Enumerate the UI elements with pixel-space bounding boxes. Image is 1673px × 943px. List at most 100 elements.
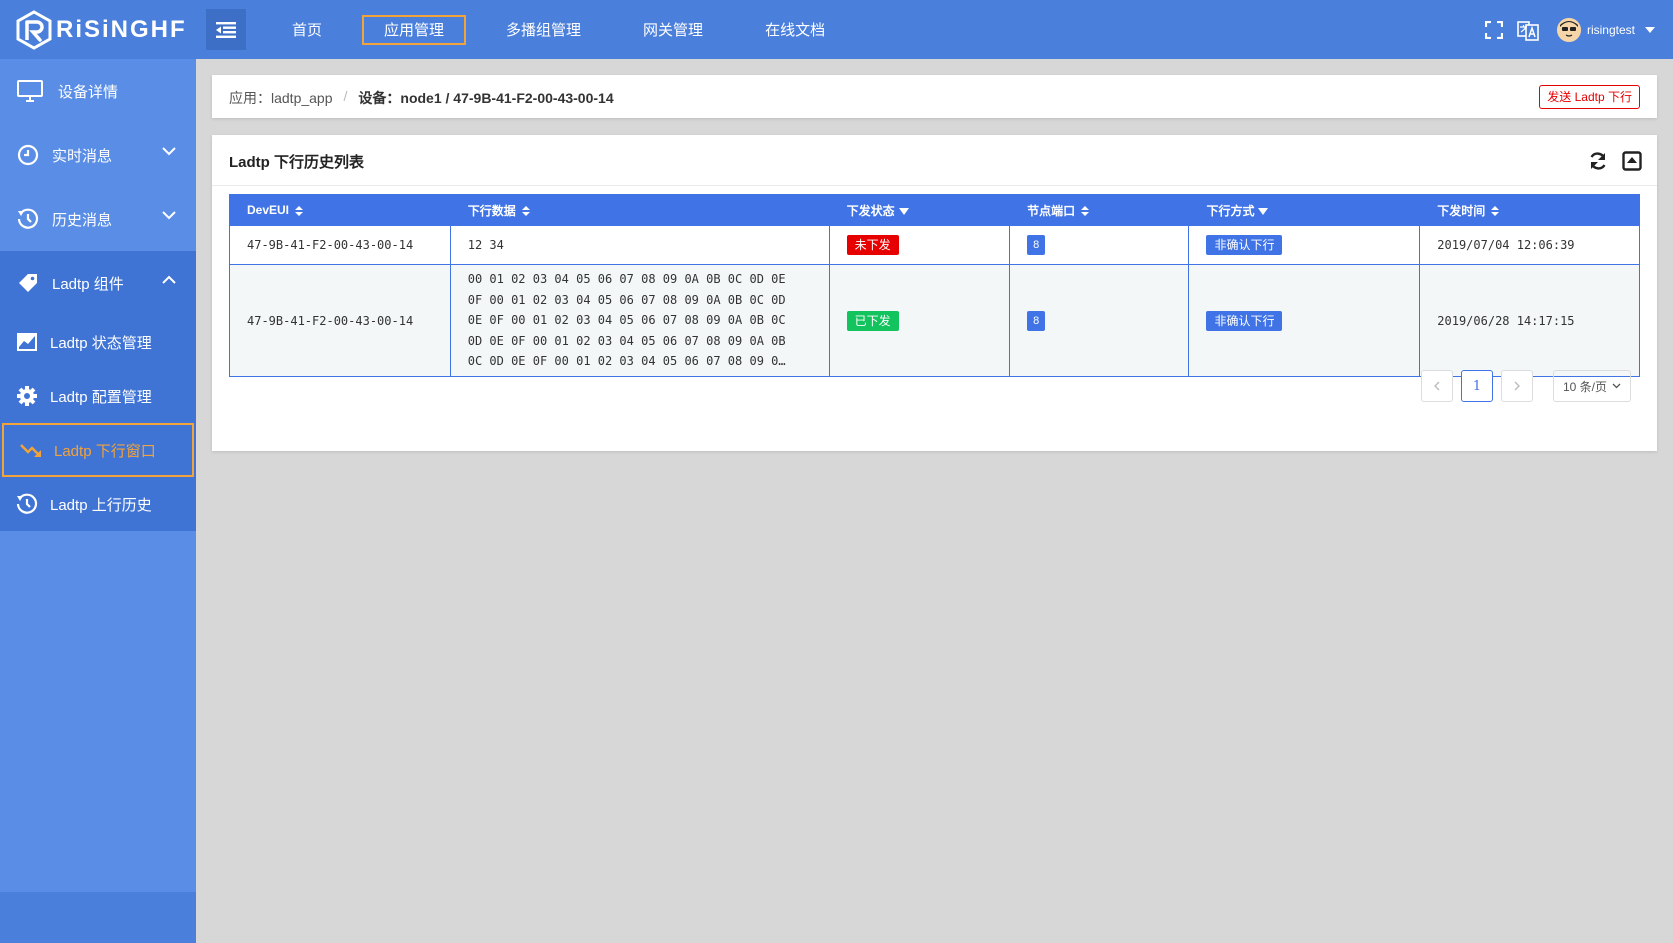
send-ladtp-downlink-button[interactable]: 发送 Ladtp 下行 <box>1539 85 1640 109</box>
downlink-history-table: DevEUI 下行数据 下发状态 节点端口 下行方式 下发时间 47-9B-41… <box>229 194 1640 377</box>
breadcrumb-separator: / <box>343 88 348 104</box>
mode-badge: 非确认下行 <box>1206 310 1283 331</box>
data-line: 0C 0D 0E 0F 00 01 02 03 04 05 06 07 08 0… <box>467 354 786 369</box>
page-size-select[interactable]: 10 条/页 <box>1553 370 1631 402</box>
sidebar-item-history[interactable]: 历史消息 <box>0 187 196 251</box>
page-number-button[interactable]: 1 <box>1461 370 1493 402</box>
downlink-history-card: Ladtp 下行历史列表 DevEUI 下行数据 下发状态 节点端口 下行方式 … <box>212 135 1657 451</box>
list-title: Ladtp 下行历史列表 <box>229 154 364 171</box>
sidebar-item-label: Ladtp 下行窗口 <box>54 442 156 460</box>
column-header-status[interactable]: 下发状态 <box>828 194 1011 226</box>
history-icon <box>16 493 38 515</box>
sidebar-item-device-detail[interactable]: 设备详情 <box>0 59 196 123</box>
trend-down-icon <box>20 439 42 461</box>
column-header-mode[interactable]: 下行方式 <box>1188 194 1421 226</box>
cell-data: 00 01 02 03 04 05 06 07 08 09 0A 0B 0C 0… <box>449 264 830 377</box>
sort-icon[interactable] <box>1491 206 1500 217</box>
main-nav: 首页 应用管理 多播组管理 网关管理 在线文档 <box>270 0 865 59</box>
next-page-button[interactable] <box>1501 370 1533 402</box>
cell-time: 2019/07/04 12:06:39 <box>1419 225 1640 265</box>
fullscreen-icon[interactable] <box>1483 19 1505 41</box>
list-toolbar <box>1575 150 1643 172</box>
sidebar-item-ladtp-downlink-window[interactable]: Ladtp 下行窗口 <box>2 423 194 477</box>
breadcrumb: 应用：ladtp_app / 设备：node1 / 47-9B-41-F2-00… <box>229 88 614 108</box>
status-badge: 已下发 <box>846 310 899 331</box>
filter-icon[interactable] <box>1258 207 1269 215</box>
gear-icon <box>16 385 38 407</box>
status-badge: 未下发 <box>846 235 899 255</box>
chevron-left-icon <box>1434 381 1440 391</box>
cell-status: 未下发 <box>828 225 1011 265</box>
sidebar-item-ladtp-uplink-history[interactable]: Ladtp 上行历史 <box>0 477 196 531</box>
table-header-row: DevEUI 下行数据 下发状态 节点端口 下行方式 下发时间 <box>229 194 1640 226</box>
port-badge: 8 <box>1027 235 1046 255</box>
mode-badge: 非确认下行 <box>1206 235 1283 255</box>
sort-icon[interactable] <box>1081 206 1090 217</box>
nav-multicast-management[interactable]: 多播组管理 <box>484 15 603 45</box>
cell-port: 8 <box>1009 225 1190 265</box>
caret-down-icon[interactable] <box>1645 26 1655 33</box>
risinghf-logo[interactable]: RiSiNGHF <box>14 8 186 52</box>
sidebar-item-label: Ladtp 配置管理 <box>50 388 152 406</box>
nav-app-management[interactable]: 应用管理 <box>362 14 467 45</box>
breadcrumb-app[interactable]: 应用：ladtp_app <box>229 88 333 108</box>
header-right: risingtest <box>1483 0 1673 59</box>
page-size-value: 10 条/页 <box>1562 379 1608 394</box>
chevron-right-icon <box>1514 381 1520 391</box>
sidebar-item-label: Ladtp 组件 <box>52 275 124 293</box>
area-chart-icon <box>16 331 38 353</box>
translate-icon[interactable] <box>1517 19 1539 41</box>
column-header-data[interactable]: 下行数据 <box>449 194 830 226</box>
chevron-down-icon <box>162 211 176 220</box>
column-header-deveui[interactable]: DevEUI <box>229 194 451 226</box>
breadcrumb-device: 设备：node1 / 47-9B-41-F2-00-43-00-14 <box>358 90 614 106</box>
user-avatar[interactable] <box>1556 17 1581 42</box>
breadcrumb-card: 应用：ladtp_app / 设备：node1 / 47-9B-41-F2-00… <box>212 75 1657 118</box>
logo-icon <box>14 10 54 50</box>
sidebar-empty-area <box>0 531 196 892</box>
sort-icon[interactable] <box>521 206 530 217</box>
column-header-port[interactable]: 节点端口 <box>1009 194 1190 226</box>
cell-time: 2019/06/28 14:17:15 <box>1419 264 1640 377</box>
username[interactable]: risingtest <box>1587 23 1635 37</box>
port-badge: 8 <box>1027 310 1046 331</box>
cell-port: 8 <box>1009 264 1190 377</box>
menu-fold-icon <box>216 21 236 38</box>
data-line: 0F 00 01 02 03 04 05 06 07 08 09 0A 0B 0… <box>467 292 786 307</box>
sidebar-item-ladtp-group[interactable]: Ladtp 组件 <box>0 251 196 315</box>
table-row[interactable]: 47-9B-41-F2-00-43-00-14 12 34 未下发 8 非确认下… <box>229 225 1640 265</box>
nav-gateway-management[interactable]: 网关管理 <box>621 15 725 45</box>
data-line: 0E 0F 00 01 02 03 04 05 06 07 08 09 0A 0… <box>467 313 786 328</box>
data-line: 12 34 <box>467 237 504 252</box>
sidebar: 设备详情 实时消息 历史消息 Ladtp 组件 Ladtp 状态管理 Ladtp… <box>0 59 196 943</box>
sidebar-group-ladtp: Ladtp 组件 Ladtp 状态管理 Ladtp 配置管理 Ladtp 下行窗… <box>0 251 196 531</box>
chevron-up-icon <box>162 275 176 284</box>
sidebar-item-realtime[interactable]: 实时消息 <box>0 123 196 187</box>
table-row[interactable]: 47-9B-41-F2-00-43-00-14 00 01 02 03 04 0… <box>229 264 1640 377</box>
sidebar-item-ladtp-config[interactable]: Ladtp 配置管理 <box>0 369 196 423</box>
refresh-icon[interactable] <box>1587 150 1609 172</box>
cell-mode: 非确认下行 <box>1188 264 1421 377</box>
chevron-down-icon <box>162 147 176 156</box>
monitor-icon <box>16 79 44 103</box>
chevron-down-icon <box>1612 383 1621 389</box>
sidebar-item-ladtp-status[interactable]: Ladtp 状态管理 <box>0 315 196 369</box>
nav-home[interactable]: 首页 <box>270 15 344 45</box>
sidebar-item-label: Ladtp 状态管理 <box>50 334 152 352</box>
nav-online-docs[interactable]: 在线文档 <box>743 15 847 45</box>
logo-text: RiSiNGHF <box>56 16 187 43</box>
cell-deveui: 47-9B-41-F2-00-43-00-14 <box>229 264 451 377</box>
sidebar-item-label: 实时消息 <box>52 147 113 165</box>
data-line: 0D 0E 0F 00 01 02 03 04 05 06 07 08 09 0… <box>467 333 786 348</box>
cell-status: 已下发 <box>828 264 1011 377</box>
filter-icon[interactable] <box>898 207 909 215</box>
card-divider <box>212 185 1657 186</box>
collapse-icon[interactable] <box>1621 150 1643 172</box>
data-line: 00 01 02 03 04 05 06 07 08 09 0A 0B 0C 0… <box>467 272 786 287</box>
prev-page-button[interactable] <box>1421 370 1453 402</box>
cell-data: 12 34 <box>449 225 830 265</box>
column-header-time[interactable]: 下发时间 <box>1419 194 1640 226</box>
sidebar-toggle-button[interactable] <box>206 9 246 50</box>
cell-mode: 非确认下行 <box>1188 225 1421 265</box>
sort-icon[interactable] <box>295 205 304 216</box>
